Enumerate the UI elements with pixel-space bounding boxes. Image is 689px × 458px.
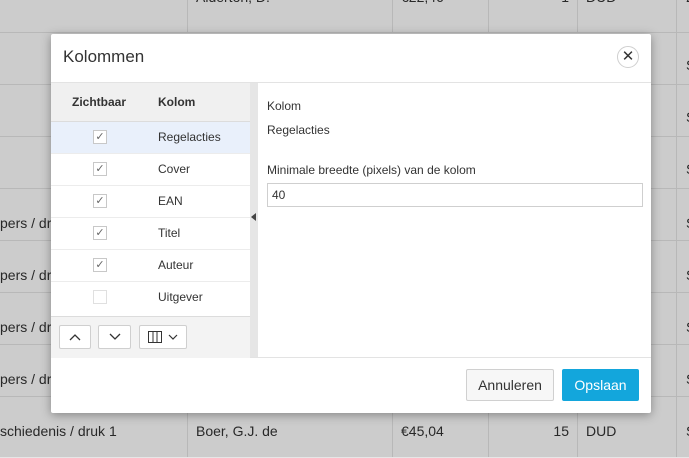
columns-icon	[148, 331, 163, 343]
column-row-regelacties[interactable]: ✓ Regelacties	[51, 122, 250, 154]
move-up-button[interactable]	[59, 325, 91, 349]
kolom-value: Regelacties	[267, 123, 330, 137]
pane-splitter[interactable]	[250, 83, 258, 357]
chevron-up-icon	[69, 334, 81, 341]
column-row-label: Titel	[158, 226, 181, 240]
column-row-cover[interactable]: ✓ Cover	[51, 154, 250, 186]
visible-checkbox[interactable]: ✓	[93, 194, 107, 208]
chevron-down-icon	[168, 334, 178, 340]
chevron-down-icon	[109, 333, 120, 340]
collapse-arrow-icon[interactable]	[251, 213, 256, 221]
move-down-button[interactable]	[98, 325, 131, 349]
column-row-titel[interactable]: ✓ Titel	[51, 218, 250, 250]
kolom-label: Kolom	[267, 99, 302, 113]
column-row-label: Cover	[158, 162, 191, 176]
check-icon: ✓	[95, 259, 105, 271]
visible-checkbox[interactable]	[93, 290, 107, 304]
columns-dialog: Kolommen ✕ Zichtbaar Kolom ✓ Regelacties…	[51, 34, 651, 413]
column-list-header: Zichtbaar Kolom	[51, 83, 250, 122]
column-row-label: Uitgever	[158, 290, 203, 304]
column-list-pane: Zichtbaar Kolom ✓ Regelacties ✓ Cover ✓ …	[51, 83, 251, 358]
check-icon: ✓	[95, 195, 105, 207]
check-icon: ✓	[95, 227, 105, 239]
column-name-header: Kolom	[158, 95, 196, 109]
column-row-auteur[interactable]: ✓ Auteur	[51, 250, 250, 282]
visible-checkbox[interactable]: ✓	[93, 258, 107, 272]
cancel-button[interactable]: Annuleren	[466, 369, 554, 401]
check-icon: ✓	[95, 131, 105, 143]
column-row-label: EAN	[158, 194, 183, 208]
check-icon: ✓	[95, 163, 105, 175]
visible-checkbox[interactable]: ✓	[93, 130, 107, 144]
visible-checkbox[interactable]: ✓	[93, 226, 107, 240]
column-detail-pane: Kolom Regelacties Minimale breedte (pixe…	[258, 83, 651, 357]
column-row-label: Regelacties	[158, 130, 221, 144]
column-list-toolbar	[51, 316, 250, 358]
column-row-ean[interactable]: ✓ EAN	[51, 186, 250, 218]
visible-checkbox[interactable]: ✓	[93, 162, 107, 176]
min-width-input[interactable]	[267, 183, 643, 207]
save-button[interactable]: Opslaan	[562, 369, 639, 401]
close-button[interactable]: ✕	[617, 46, 639, 68]
dialog-title: Kolommen	[63, 47, 145, 66]
width-label: Minimale breedte (pixels) van de kolom	[267, 163, 476, 177]
columns-menu-button[interactable]	[139, 325, 187, 349]
column-row-uitgever[interactable]: Uitgever	[51, 282, 250, 314]
column-row-label: Auteur	[158, 258, 194, 272]
close-icon: ✕	[621, 48, 635, 65]
dialog-body: Zichtbaar Kolom ✓ Regelacties ✓ Cover ✓ …	[51, 82, 651, 358]
visible-column-header: Zichtbaar	[72, 95, 127, 109]
